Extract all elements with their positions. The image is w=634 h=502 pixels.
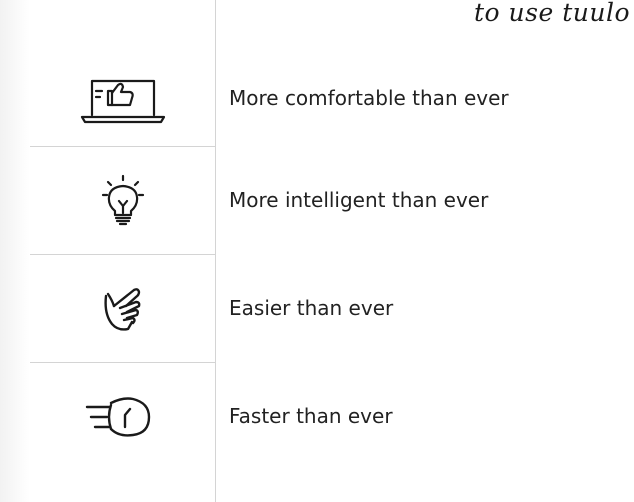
thumbs-up-laptop-icon	[78, 71, 168, 127]
benefit-row-comfortable: More comfortable than ever	[30, 45, 634, 152]
lightbulb-icon	[100, 173, 146, 229]
fast-clock-icon	[83, 395, 163, 439]
pointing-hand-icon	[100, 284, 146, 334]
left-edge-shade	[0, 0, 30, 502]
benefit-label: Easier than ever	[229, 296, 394, 320]
benefit-row-faster: Faster than ever	[30, 363, 634, 470]
script-heading: to use tuulo	[473, 0, 630, 27]
benefit-row-easier: Easier than ever	[30, 255, 634, 362]
benefit-row-intelligent: More intelligent than ever	[30, 147, 634, 254]
benefit-label: More comfortable than ever	[229, 86, 509, 110]
benefit-label: Faster than ever	[229, 404, 393, 428]
benefit-label: More intelligent than ever	[229, 188, 489, 212]
